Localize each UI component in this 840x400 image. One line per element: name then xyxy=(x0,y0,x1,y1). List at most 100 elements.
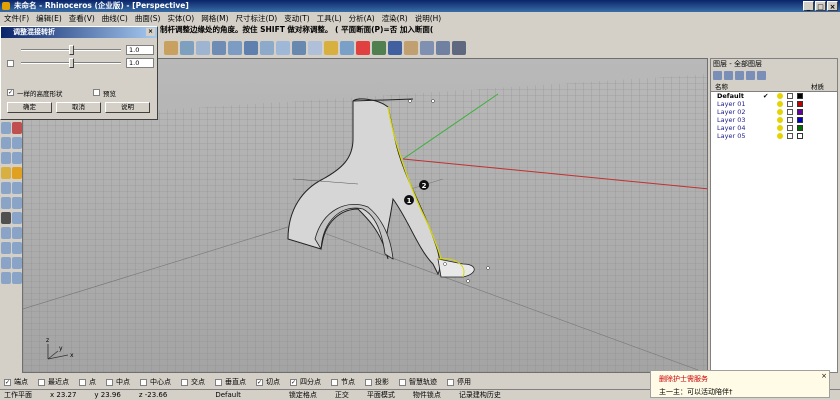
layer-name[interactable]: Layer 05 xyxy=(711,132,763,140)
bulge-slider-1[interactable] xyxy=(21,45,121,55)
menu-solid[interactable]: 实体(O) xyxy=(167,13,194,24)
notification-popup[interactable]: 删除护士需服务 主一主：可以活动陪伴† × xyxy=(650,370,830,398)
menu-edit[interactable]: 编辑(E) xyxy=(36,13,62,24)
osnap-checkbox[interactable] xyxy=(181,378,188,386)
undo-view-icon[interactable] xyxy=(276,41,290,55)
zoom-icon[interactable] xyxy=(212,41,226,55)
render-icon[interactable] xyxy=(372,41,386,55)
layer-color-swatch[interactable] xyxy=(797,101,803,107)
menu-file[interactable]: 文件(F) xyxy=(4,13,29,24)
fillet-icon[interactable] xyxy=(1,212,11,224)
osnap-checkbox[interactable]: ✓ xyxy=(256,378,263,386)
grid-icon[interactable] xyxy=(308,41,322,55)
layer-row[interactable]: Default ✔ xyxy=(711,92,837,100)
rotate-icon[interactable] xyxy=(12,242,22,254)
osnap-item[interactable]: 点 xyxy=(79,377,96,387)
color-wheel-icon[interactable] xyxy=(356,41,370,55)
menu-analyze[interactable]: 分析(A) xyxy=(349,13,375,24)
solid-icon[interactable] xyxy=(1,152,11,164)
mirror-icon[interactable] xyxy=(12,257,22,269)
history-toggle[interactable]: 记录建构历史 xyxy=(459,390,501,400)
osnap-item[interactable]: 垂直点 xyxy=(215,377,246,387)
layer-row[interactable]: Layer 02 xyxy=(711,108,837,116)
layer-color-swatch[interactable] xyxy=(797,93,803,99)
trim-icon[interactable] xyxy=(12,212,22,224)
osnap-toggle[interactable]: 物件锁点 xyxy=(413,390,441,400)
osnap-item[interactable]: ✓ 切点 xyxy=(256,377,280,387)
planar-toggle[interactable]: 平面模式 xyxy=(367,390,395,400)
layer-name[interactable]: Layer 03 xyxy=(711,116,763,124)
menu-mesh[interactable]: 网格(M) xyxy=(201,13,228,24)
bulge-slider-2[interactable] xyxy=(21,58,121,68)
layer-visibility-icon[interactable] xyxy=(777,93,783,99)
layer-visibility-icon[interactable] xyxy=(777,125,783,131)
select-icon[interactable] xyxy=(1,122,11,134)
menu-surface[interactable]: 曲面(S) xyxy=(135,13,161,24)
layer-visibility-icon[interactable] xyxy=(777,133,783,139)
zoom-selected-icon[interactable] xyxy=(260,41,274,55)
osnap-checkbox[interactable] xyxy=(447,378,454,386)
menu-transform[interactable]: 变动(T) xyxy=(284,13,309,24)
osnap-item[interactable]: 节点 xyxy=(331,377,355,387)
layer-name[interactable]: Layer 01 xyxy=(711,100,763,108)
osnap-checkbox[interactable] xyxy=(331,378,338,386)
layer-lock-icon[interactable] xyxy=(787,109,793,115)
move-icon[interactable] xyxy=(1,197,11,209)
menu-curve[interactable]: 曲线(C) xyxy=(102,13,128,24)
preview-checkbox[interactable] xyxy=(93,89,100,96)
layer-lock-icon[interactable] xyxy=(787,117,793,123)
hide-icon[interactable] xyxy=(12,272,22,284)
help-button[interactable]: 说明 xyxy=(105,102,150,113)
layer-visibility-icon[interactable] xyxy=(777,109,783,115)
lock-grid-toggle[interactable]: 锁定格点 xyxy=(289,390,317,400)
boolean-icon[interactable] xyxy=(1,167,11,179)
light-icon[interactable] xyxy=(324,41,338,55)
layer-row[interactable]: Layer 01 xyxy=(711,100,837,108)
cplane-icon[interactable] xyxy=(340,41,354,55)
polyline-icon[interactable] xyxy=(12,137,22,149)
grab-icon[interactable] xyxy=(164,41,178,55)
menu-view[interactable]: 查看(V) xyxy=(69,13,95,24)
menu-tools[interactable]: 工具(L) xyxy=(317,13,342,24)
minimize-button[interactable]: _ xyxy=(803,1,814,11)
osnap-checkbox[interactable] xyxy=(215,378,222,386)
osnap-item[interactable]: 交点 xyxy=(181,377,205,387)
mesh-icon[interactable] xyxy=(1,182,11,194)
sphere-icon[interactable] xyxy=(388,41,402,55)
pan-icon[interactable] xyxy=(180,41,194,55)
osnap-checkbox[interactable] xyxy=(38,378,45,386)
scale-icon[interactable] xyxy=(1,242,11,254)
same-shape-checkbox[interactable]: ✓ xyxy=(7,89,14,96)
layer-lock-icon[interactable] xyxy=(787,101,793,107)
dimension-icon[interactable] xyxy=(12,182,22,194)
layer-color-swatch[interactable] xyxy=(797,133,803,139)
osnap-item[interactable]: 最近点 xyxy=(38,377,69,387)
display-icon[interactable] xyxy=(436,41,450,55)
ok-button[interactable]: 确定 xyxy=(7,102,52,113)
osnap-item[interactable]: 智慧轨迹 xyxy=(399,377,437,387)
zoom-extents-icon[interactable] xyxy=(244,41,258,55)
explode-icon[interactable] xyxy=(12,167,22,179)
layer-lock-icon[interactable] xyxy=(787,93,793,99)
osnap-toggle-icon[interactable] xyxy=(404,41,418,55)
layer-row[interactable]: Layer 05 xyxy=(711,132,837,140)
material-column-header[interactable]: 材质 xyxy=(811,82,824,91)
four-views-icon[interactable] xyxy=(292,41,306,55)
cancel-button[interactable]: 取消 xyxy=(56,102,101,113)
layer-lock-icon[interactable] xyxy=(787,133,793,139)
new-layer-icon[interactable] xyxy=(713,71,722,80)
box-icon[interactable] xyxy=(1,137,11,149)
layer-name[interactable]: Layer 02 xyxy=(711,108,763,116)
osnap-checkbox[interactable] xyxy=(79,378,86,386)
layer-row[interactable]: Layer 03 xyxy=(711,116,837,124)
options-icon[interactable] xyxy=(420,41,434,55)
menu-dimension[interactable]: 尺寸标注(D) xyxy=(236,13,278,24)
more-tools-icon[interactable] xyxy=(452,41,466,55)
popup-close-icon[interactable]: × xyxy=(821,372,827,380)
osnap-checkbox[interactable]: ✓ xyxy=(4,378,11,386)
bulge-value-2[interactable]: 1.0 xyxy=(126,58,154,68)
link-checkbox[interactable] xyxy=(7,60,14,67)
layer-visibility-icon[interactable] xyxy=(777,101,783,107)
layer-visibility-icon[interactable] xyxy=(777,117,783,123)
layer-name[interactable]: Layer 04 xyxy=(711,124,763,132)
